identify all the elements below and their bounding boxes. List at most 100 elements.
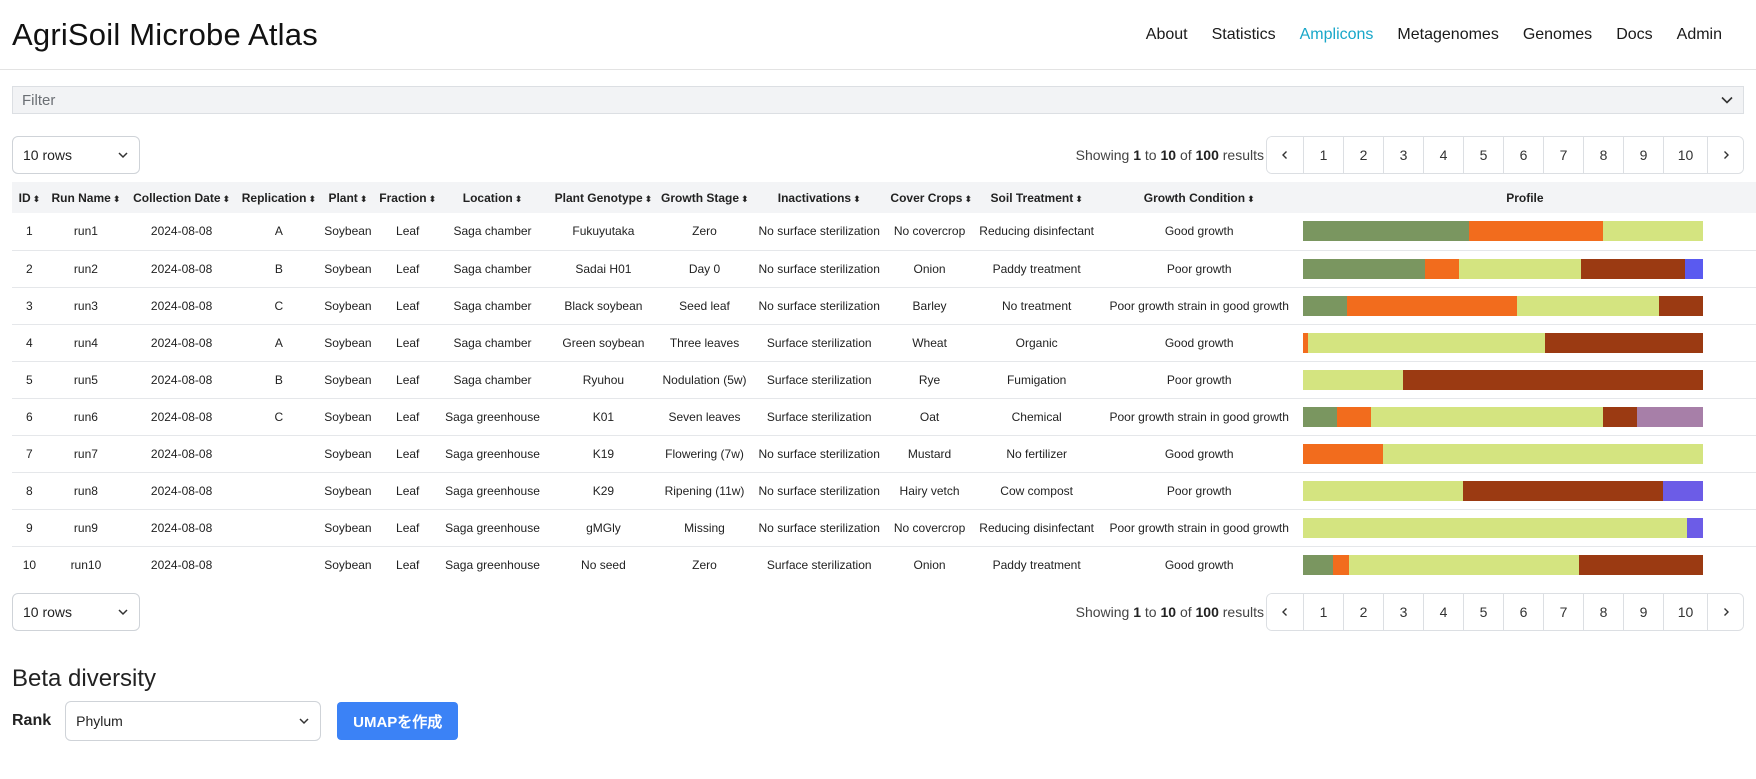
sort-icon[interactable]: ⬍ <box>429 194 437 204</box>
table-row[interactable]: 10 run10 2024-08-08 Soybean Leaf Saga greenho… <box>12 545 1756 583</box>
profile-segment <box>1346 295 1517 316</box>
table-row[interactable]: 6 run6 2024-08-08 C Soybean Leaf Saga greenhou… <box>12 397 1756 435</box>
page-button-10[interactable]: 10 <box>1663 594 1707 630</box>
sort-icon[interactable]: ⬍ <box>853 194 861 204</box>
next-page-button[interactable] <box>1707 594 1743 630</box>
column-header-plant-genotype[interactable]: Plant Genotype ⬍ <box>546 182 661 213</box>
profile-segment <box>1516 295 1659 316</box>
page-button-6[interactable]: 6 <box>1503 137 1543 173</box>
page-button-4[interactable]: 4 <box>1423 594 1463 630</box>
nav-docs[interactable]: Docs <box>1604 26 1664 44</box>
table-row[interactable]: 9 run9 2024-08-08 Soybean Leaf Saga greenhous… <box>12 508 1756 546</box>
chevron-down-icon[interactable] <box>1720 93 1734 107</box>
column-header-location[interactable]: Location ⬍ <box>439 182 546 213</box>
cell-soil: Reducing disinfectant <box>968 508 1105 546</box>
table-row[interactable]: 3 run3 2024-08-08 C Soybean Leaf Saga chamber B… <box>12 286 1756 324</box>
cell-rep: B <box>238 249 320 287</box>
page-button-5[interactable]: 5 <box>1463 137 1503 173</box>
cell-inact: No surface sterilization <box>748 508 891 546</box>
column-header-soil-treatment[interactable]: Soil Treatment ⬍ <box>969 182 1105 213</box>
nav-admin[interactable]: Admin <box>1665 26 1734 44</box>
site-brand[interactable]: AgriSoil Microbe Atlas <box>12 17 318 53</box>
chevron-left-icon <box>1282 608 1287 616</box>
page-button-1[interactable]: 1 <box>1303 137 1343 173</box>
sort-icon[interactable]: ⬍ <box>1247 194 1255 204</box>
nav-amplicons[interactable]: Amplicons <box>1288 26 1386 44</box>
page-button-7[interactable]: 7 <box>1543 137 1583 173</box>
cell-stage: Nodulation (5w) <box>661 360 748 398</box>
page-button-3[interactable]: 3 <box>1383 137 1423 173</box>
page-button-10[interactable]: 10 <box>1663 137 1707 173</box>
cell-date: 2024-08-08 <box>125 360 239 398</box>
sort-icon[interactable]: ⬍ <box>308 194 316 204</box>
column-header-id[interactable]: ID ⬍ <box>12 182 47 213</box>
table-row[interactable]: 2 run2 2024-08-08 B Soybean Leaf Saga chamber S… <box>12 249 1756 287</box>
column-header-growth-stage[interactable]: Growth Stage ⬍ <box>661 182 749 213</box>
page-button-4[interactable]: 4 <box>1423 137 1463 173</box>
table-row[interactable]: 8 run8 2024-08-08 Soybean Leaf Saga greenhous… <box>12 471 1756 509</box>
create-umap-button[interactable]: UMAPを作成 <box>337 702 459 740</box>
cell-growth: Good growth <box>1104 545 1294 583</box>
sort-icon[interactable]: ⬍ <box>741 194 749 204</box>
sort-icon[interactable]: ⬍ <box>1075 194 1083 204</box>
beta-diversity-heading: Beta diversity <box>12 665 157 692</box>
profile-stacked-bar <box>1302 369 1703 390</box>
table-row[interactable]: 7 run7 2024-08-08 Soybean Leaf Saga greenhous… <box>12 434 1756 472</box>
page-button-1[interactable]: 1 <box>1303 594 1343 630</box>
table-row[interactable]: 5 run5 2024-08-08 B Soybean Leaf Saga chamber R… <box>12 360 1756 398</box>
page-button-9[interactable]: 9 <box>1623 137 1663 173</box>
sort-icon[interactable]: ⬍ <box>360 194 368 204</box>
rows-per-page-select[interactable]: 10 rows <box>12 136 140 174</box>
page-button-6[interactable]: 6 <box>1503 594 1543 630</box>
profile-stacked-bar <box>1302 295 1703 316</box>
page-button-8[interactable]: 8 <box>1583 137 1623 173</box>
column-header-inactivations[interactable]: Inactivations ⬍ <box>748 182 890 213</box>
page-button-7[interactable]: 7 <box>1543 594 1583 630</box>
sort-icon[interactable]: ⬍ <box>515 194 523 204</box>
cell-cover: Hairy vetch <box>890 471 969 509</box>
page-button-3[interactable]: 3 <box>1383 594 1423 630</box>
table-row[interactable]: 4 run4 2024-08-08 A Soybean Leaf Saga chamber G… <box>12 323 1756 361</box>
page-button-2[interactable]: 2 <box>1343 594 1383 630</box>
profile-segment <box>1602 221 1703 242</box>
cell-profile <box>1293 249 1756 287</box>
sort-icon[interactable]: ⬍ <box>645 194 653 204</box>
nav-about[interactable]: About <box>1134 26 1200 44</box>
page-button-8[interactable]: 8 <box>1583 594 1623 630</box>
sort-icon[interactable]: ⬍ <box>223 194 231 204</box>
column-header-growth-condition[interactable]: Growth Condition ⬍ <box>1105 182 1294 213</box>
cell-stage: Ripening (11w) <box>661 471 748 509</box>
column-header-cover-crops[interactable]: Cover Crops ⬍ <box>890 182 972 213</box>
rows-per-page-select-bottom[interactable]: 10 rows <box>12 593 140 631</box>
page-button-9[interactable]: 9 <box>1623 594 1663 630</box>
profile-segment <box>1636 406 1703 427</box>
cell-soil: Chemical <box>968 397 1105 435</box>
next-page-button[interactable] <box>1707 137 1743 173</box>
cell-profile <box>1293 508 1756 546</box>
nav-statistics[interactable]: Statistics <box>1200 26 1288 44</box>
prev-page-button[interactable] <box>1267 594 1303 630</box>
prev-page-button[interactable] <box>1267 137 1303 173</box>
page-button-2[interactable]: 2 <box>1343 137 1383 173</box>
column-header-collection-date[interactable]: Collection Date ⬍ <box>125 182 238 213</box>
column-header-fraction[interactable]: Fraction ⬍ <box>376 182 439 213</box>
chevron-left-icon <box>1282 151 1287 159</box>
cell-run: run3 <box>46 286 126 324</box>
main-nav: About Statistics Amplicons Metagenomes G… <box>1134 26 1734 44</box>
column-header-plant[interactable]: Plant ⬍ <box>320 182 377 213</box>
rank-select[interactable]: Phylum <box>65 701 322 741</box>
chevron-right-icon <box>1723 151 1729 159</box>
page-button-5[interactable]: 5 <box>1463 594 1503 630</box>
column-header-run-name[interactable]: Run Name ⬍ <box>47 182 125 213</box>
sort-icon[interactable]: ⬍ <box>33 194 41 204</box>
cell-plant: Soybean <box>319 471 377 509</box>
sort-icon[interactable]: ⬍ <box>964 194 972 204</box>
column-header-profile: Profile <box>1506 190 1544 205</box>
cell-rep <box>238 434 320 472</box>
column-header-replication[interactable]: Replication ⬍ <box>238 182 320 213</box>
filter-accordion[interactable]: Filter <box>12 86 1744 114</box>
nav-metagenomes[interactable]: Metagenomes <box>1385 26 1510 44</box>
nav-genomes[interactable]: Genomes <box>1511 26 1604 44</box>
sort-icon[interactable]: ⬍ <box>113 194 121 204</box>
table-row[interactable]: 1 run1 2024-08-08 A Soybean Leaf Saga chamber F… <box>12 213 1756 250</box>
